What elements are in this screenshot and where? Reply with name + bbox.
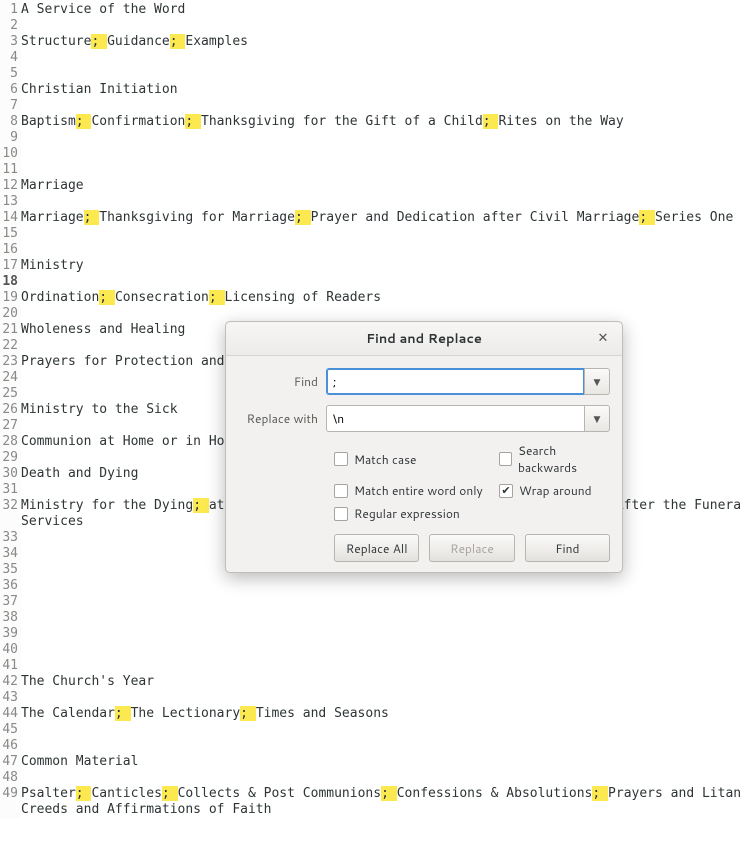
replace-button[interactable]: Replace: [429, 534, 514, 562]
find-replace-dialog: Find and Replace ✕ Find ▼ Replace with ▼…: [225, 321, 623, 573]
dialog-title: Find and Replace: [366, 330, 482, 348]
replace-label: Replace with: [238, 410, 326, 427]
chevron-down-icon: ▼: [594, 375, 601, 388]
replace-history-button[interactable]: ▼: [584, 405, 610, 432]
regex-checkbox[interactable]: Regular expression: [334, 505, 499, 522]
chevron-down-icon: ▼: [594, 412, 601, 425]
close-icon[interactable]: ✕: [594, 330, 612, 348]
find-button[interactable]: Find: [525, 534, 610, 562]
wrap-around-checkbox[interactable]: Wrap around: [499, 482, 610, 499]
find-input[interactable]: [326, 368, 584, 395]
find-history-button[interactable]: ▼: [584, 368, 610, 395]
replace-input[interactable]: [326, 405, 584, 432]
find-label: Find: [238, 373, 326, 390]
line-number-gutter: 1234567891011121314151617181920212223242…: [0, 0, 21, 818]
match-word-checkbox[interactable]: Match entire word only: [334, 482, 499, 499]
dialog-titlebar[interactable]: Find and Replace ✕: [226, 322, 622, 356]
match-case-checkbox[interactable]: Match case: [334, 442, 499, 476]
dialog-body: Find ▼ Replace with ▼ Match case Search …: [226, 356, 622, 572]
replace-all-button[interactable]: Replace All: [334, 534, 419, 562]
search-backwards-checkbox[interactable]: Search backwards: [499, 442, 610, 476]
